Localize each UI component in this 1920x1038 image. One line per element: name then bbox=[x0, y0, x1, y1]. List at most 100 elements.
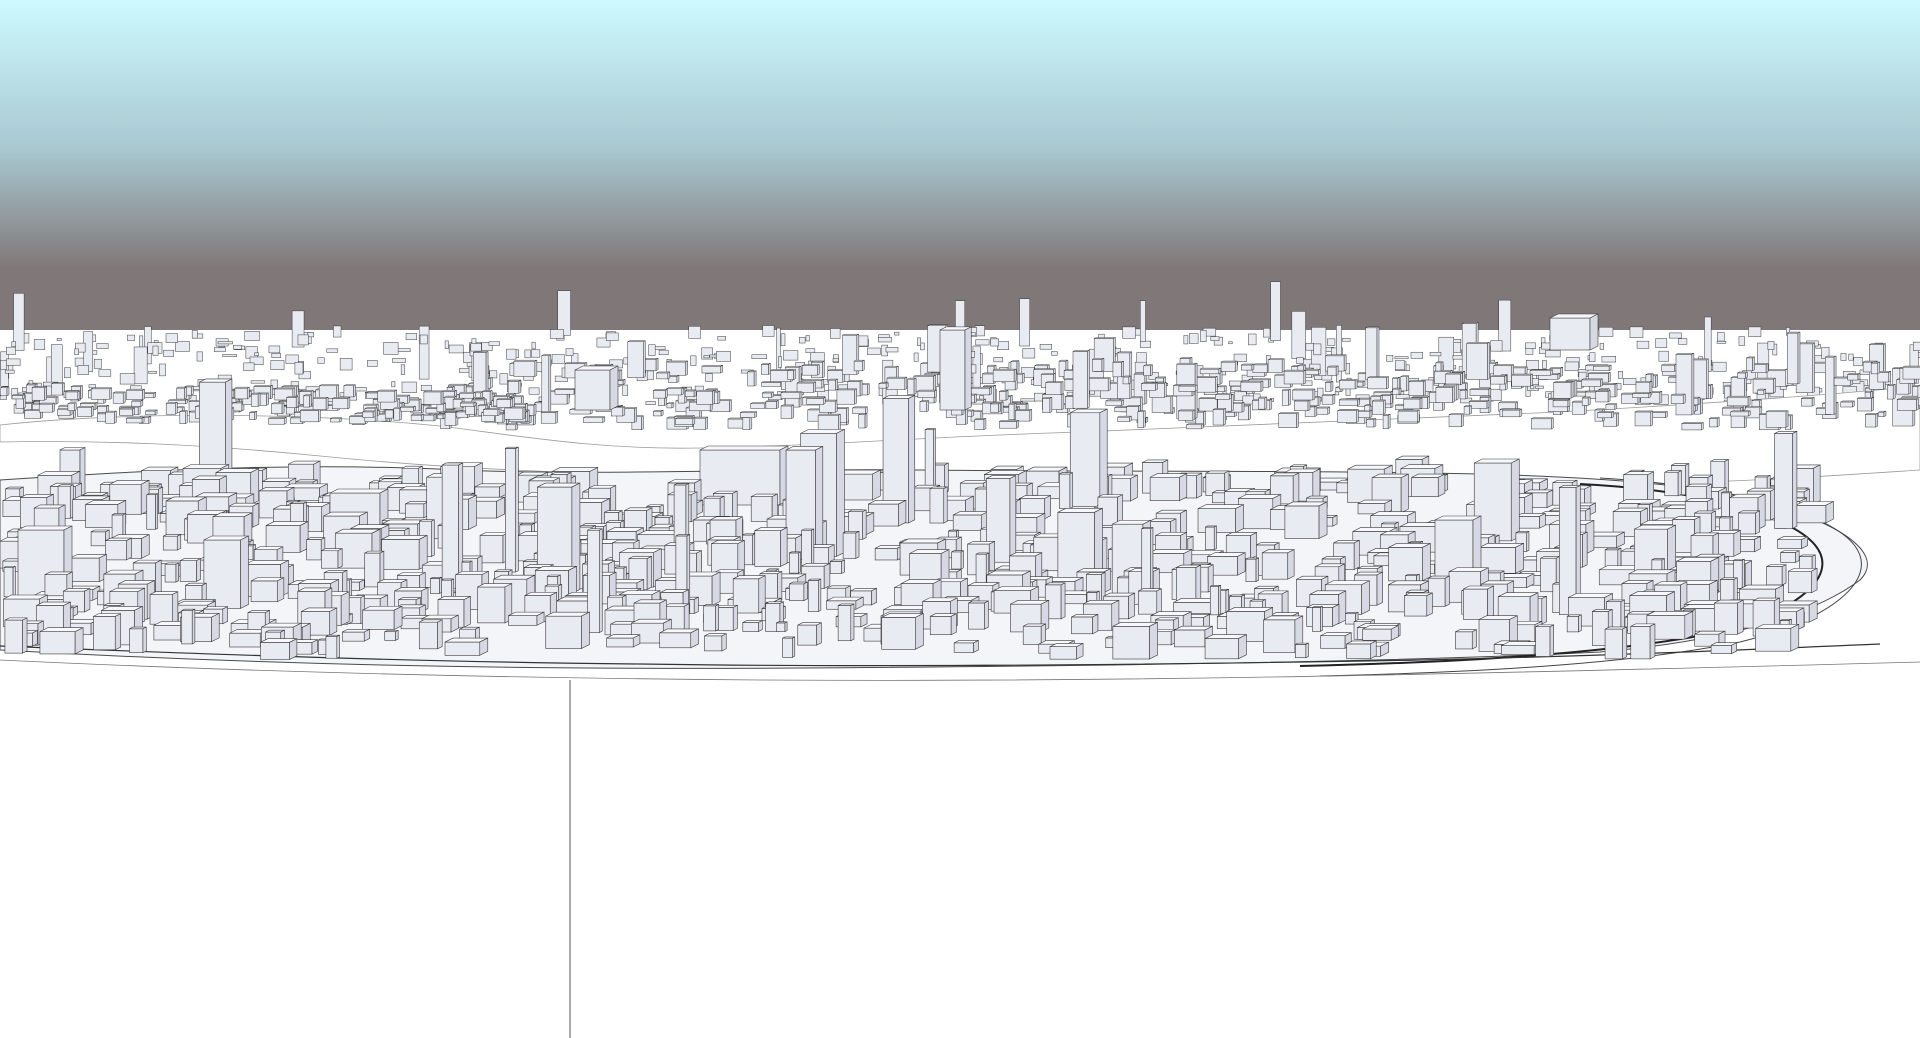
building-block bbox=[761, 364, 769, 375]
building-block bbox=[1143, 365, 1151, 376]
building-side bbox=[289, 638, 298, 660]
building-side bbox=[1327, 406, 1331, 415]
building-block bbox=[97, 406, 107, 413]
building-side bbox=[196, 558, 201, 582]
building-side bbox=[137, 405, 141, 416]
building-side bbox=[185, 410, 188, 425]
building-side bbox=[784, 621, 788, 633]
building-side bbox=[1811, 397, 1815, 407]
building-block bbox=[761, 382, 781, 387]
building-block bbox=[917, 337, 921, 346]
building-side bbox=[1440, 361, 1444, 372]
building-side bbox=[1330, 380, 1334, 392]
building-roof bbox=[1581, 378, 1603, 381]
building-block bbox=[1263, 328, 1271, 338]
building-side bbox=[266, 392, 269, 406]
building-side bbox=[1557, 372, 1561, 380]
building-roof bbox=[1869, 343, 1886, 345]
building-roof bbox=[1105, 399, 1124, 402]
building-block bbox=[569, 409, 591, 415]
building-block bbox=[410, 414, 422, 421]
building-block bbox=[1305, 343, 1314, 351]
building-roof bbox=[1072, 350, 1090, 352]
building-block bbox=[1634, 411, 1652, 427]
building-side bbox=[1099, 408, 1108, 508]
building-block bbox=[1552, 400, 1569, 408]
building-side bbox=[1264, 396, 1268, 410]
building-block bbox=[1139, 340, 1151, 348]
building-block bbox=[653, 410, 662, 417]
3d-model-viewport[interactable] bbox=[0, 0, 1920, 1038]
building-side bbox=[1237, 552, 1246, 576]
building-roof bbox=[780, 391, 803, 393]
building-block bbox=[1263, 619, 1296, 653]
building-block bbox=[929, 616, 952, 636]
building-side bbox=[1471, 629, 1477, 650]
building-block bbox=[268, 418, 285, 425]
building-block bbox=[913, 352, 919, 362]
building-side bbox=[463, 595, 471, 628]
building-block bbox=[1525, 342, 1536, 349]
building-block bbox=[1658, 350, 1669, 362]
building-roof bbox=[39, 402, 55, 405]
building-side bbox=[437, 619, 443, 650]
building-side bbox=[347, 396, 351, 410]
building-side bbox=[1164, 382, 1167, 398]
building-block bbox=[1525, 348, 1534, 355]
building-block bbox=[1176, 567, 1197, 604]
building-block bbox=[1755, 628, 1792, 652]
building-block bbox=[1022, 348, 1036, 359]
building-side bbox=[671, 402, 675, 409]
building-side bbox=[799, 391, 803, 399]
building-side bbox=[1763, 388, 1767, 395]
building-side bbox=[1655, 374, 1658, 388]
building-side bbox=[1376, 326, 1380, 381]
building-block bbox=[165, 403, 176, 415]
building-block bbox=[805, 335, 810, 342]
building-block bbox=[419, 334, 428, 345]
building-block bbox=[1787, 332, 1799, 385]
building-block bbox=[1022, 625, 1042, 645]
building-side bbox=[1248, 404, 1251, 421]
building-side bbox=[490, 377, 493, 389]
building-block bbox=[551, 354, 565, 364]
building-block bbox=[286, 397, 297, 408]
building-side bbox=[1128, 592, 1136, 620]
building-block bbox=[153, 340, 159, 343]
building-side bbox=[533, 403, 537, 416]
building-side bbox=[915, 612, 924, 650]
building-side bbox=[1808, 600, 1818, 623]
building-side bbox=[1292, 472, 1300, 505]
building-block bbox=[1535, 626, 1551, 657]
building-side bbox=[1530, 373, 1533, 387]
building-block bbox=[152, 345, 159, 356]
building-block bbox=[1877, 372, 1889, 383]
building-side bbox=[1607, 390, 1611, 403]
building-side bbox=[1560, 366, 1563, 377]
building-block bbox=[436, 414, 444, 420]
building-block bbox=[658, 349, 669, 355]
building-side bbox=[1519, 408, 1523, 418]
building-side bbox=[846, 407, 849, 423]
building-block bbox=[830, 328, 841, 339]
building-block bbox=[1630, 625, 1651, 660]
building-side bbox=[711, 571, 721, 606]
building-side bbox=[1269, 398, 1273, 411]
building-side bbox=[80, 385, 83, 400]
building-side bbox=[1608, 371, 1611, 383]
building-side bbox=[768, 362, 771, 375]
building-side bbox=[717, 390, 721, 405]
building-side bbox=[1550, 369, 1553, 376]
building-side bbox=[1303, 369, 1307, 385]
building-block bbox=[1178, 385, 1196, 392]
building-block bbox=[1840, 353, 1847, 361]
building-side bbox=[692, 417, 696, 426]
building-block bbox=[250, 580, 278, 603]
building-side bbox=[676, 374, 680, 383]
building-side bbox=[1150, 364, 1153, 377]
building-side bbox=[1871, 396, 1874, 412]
building-block bbox=[627, 341, 644, 378]
building-side bbox=[1455, 383, 1459, 401]
building-block bbox=[149, 594, 173, 625]
building-side bbox=[525, 402, 528, 412]
